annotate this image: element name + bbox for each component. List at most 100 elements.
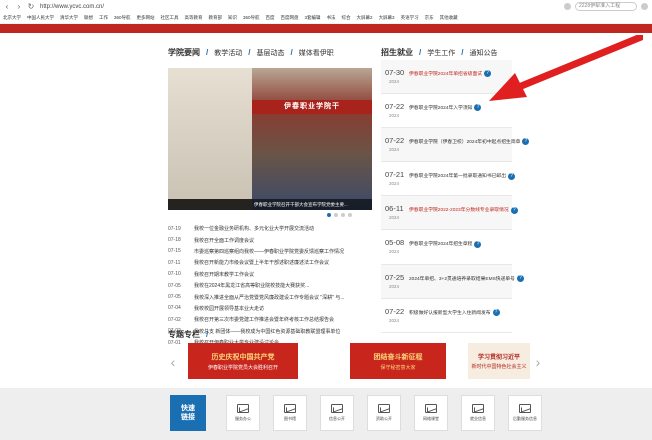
bookmark-item[interactable]: 360导航 <box>114 13 131 23</box>
bookmark-item[interactable]: 综合 <box>342 13 351 23</box>
news-item[interactable]: 07-05 我校在2024年黑龙江省高等职业院校技能大赛获奖... <box>168 280 372 291</box>
tab-special-topics[interactable]: 专题专栏 <box>168 329 200 340</box>
address-bar[interactable]: http://www.ycvc.com.cn/ <box>40 3 104 11</box>
quick-link[interactable]: 资助公开 <box>367 395 401 431</box>
tab-teaching[interactable]: 教学活动 <box>214 48 242 58</box>
enroll-year: 2024 <box>389 147 400 153</box>
bookmark-item[interactable]: 百度 <box>266 13 275 23</box>
enroll-title-text[interactable]: 伊春职业学院2024年招生章程 <box>409 242 472 247</box>
forward-icon[interactable]: › <box>15 3 23 11</box>
bookmark-item[interactable]: 大屏幕3 <box>379 13 395 23</box>
bookmark-item[interactable]: 英语学习 <box>401 13 419 23</box>
enroll-item[interactable]: 07-25 2024 2024年单招、3+2贯通培养录取结果EMS快递单号? <box>381 264 524 299</box>
bookmark-item[interactable]: 百度网盘 <box>281 13 299 23</box>
bookmark-item[interactable]: 京东 <box>425 13 434 23</box>
photo-caption[interactable]: 伊春职业学院召开干部大会宣布学院党委主要... <box>168 199 372 210</box>
enroll-title[interactable]: 2024年单招、3+2贯通培养录取结果EMS快递单号? <box>409 274 524 282</box>
bookmark-item[interactable]: 书法 <box>327 13 336 23</box>
news-item[interactable]: 07-11 我校召开新能力市级会议暨上半年干部述职述廉述法工作会议 <box>168 257 372 268</box>
tab-grassroots[interactable]: 基层动态 <box>256 48 284 58</box>
banner-study[interactable]: 学习贯彻习近平 新时代中国特色社会主义 <box>468 343 530 379</box>
tab-media[interactable]: 媒体看伊职 <box>299 48 334 58</box>
carousel-dot[interactable] <box>334 213 338 217</box>
bookmark-item[interactable]: 中国人民大学 <box>27 13 54 23</box>
enroll-title-text[interactable]: 伊春职业学院（伊春卫校）2024年初中起点招生简章 <box>409 140 520 145</box>
news-item[interactable]: 07-10 我校召开期末教学工作会议 <box>168 269 372 280</box>
bookmark-item[interactable]: 高等教育 <box>185 13 203 23</box>
enroll-title-text[interactable]: 伊春职业学院2024年入学须知 <box>409 106 472 111</box>
enroll-item[interactable]: 07-22 2024 积极做好认报新型大学生入住新闻发布? <box>381 298 512 333</box>
next-arrow-icon[interactable]: › <box>533 352 543 372</box>
quick-link[interactable]: 就业信息 <box>461 395 495 431</box>
news-title[interactable]: 我校召开第三次市委党建工作推进会暨年终考核工作总结报告会 <box>194 316 334 323</box>
quick-link[interactable]: 网络课堂 <box>414 395 448 431</box>
enroll-title-text[interactable]: 积极做好认报新型大学生入住新闻发布 <box>409 311 491 316</box>
quick-link[interactable]: 信息公开 <box>320 395 354 431</box>
bookmark-item[interactable]: 联想 <box>84 13 93 23</box>
info-badge-icon: ? <box>492 308 500 316</box>
enroll-title[interactable]: 伊春职业学院2024年第一批录取通知书已邮出? <box>409 172 516 180</box>
carousel-dot[interactable] <box>327 213 331 217</box>
bookmark-item[interactable]: 360导航 <box>243 13 260 23</box>
enroll-item[interactable]: 07-22 2024 伊春职业学院（伊春卫校）2024年初中起点招生简章? <box>381 128 530 163</box>
carousel-dots <box>327 213 352 217</box>
news-title[interactable]: 我校召开新能力市级会议暨上半年干部述职述廉述法工作会议 <box>194 259 329 266</box>
news-title[interactable]: 我校总支 新团体——我校成为中国红色资源基础职教联盟理事单位 <box>194 328 340 335</box>
news-item[interactable]: 07-04 我校校园开展领导基本业大走访 <box>168 303 372 314</box>
carousel-dot[interactable] <box>348 213 352 217</box>
news-item[interactable]: 07-15 市委巡察第四巡察组向我校——伊春职业学院党委反馈巡察工作情况 <box>168 246 372 257</box>
enroll-item[interactable]: 07-21 2024 伊春职业学院2024年第一批录取通知书已邮出? <box>381 162 516 197</box>
quick-link[interactable]: 后勤服务信息 <box>508 395 542 431</box>
search-input[interactable]: 2228伊犁准入工程 <box>575 2 637 11</box>
enroll-title[interactable]: 伊春职业学院2022-2023年分数线专业录取情况? <box>409 206 518 214</box>
enroll-title-text[interactable]: 伊春职业学院2024年第一批录取通知书已邮出 <box>409 174 506 179</box>
bookmark-item[interactable]: 社区工具 <box>161 13 179 23</box>
news-title[interactable]: 市委巡察第四巡察组向我校——伊春职业学院党委反馈巡察工作情况 <box>194 248 344 255</box>
tab-student-work[interactable]: 学生工作 <box>427 48 455 58</box>
news-item[interactable]: 07-19 我校一位金融业务研机构、多元化业大学开展交流活动 <box>168 223 372 234</box>
enroll-title[interactable]: 伊春职业学院（伊春卫校）2024年初中起点招生简章? <box>409 138 530 146</box>
bookmark-item[interactable]: 更多网站 <box>137 13 155 23</box>
bookmark-item[interactable]: 工作 <box>99 13 108 23</box>
menu-icon[interactable] <box>641 3 648 10</box>
enroll-title[interactable]: 积极做好认报新型大学生入住新闻发布? <box>409 308 500 316</box>
prev-arrow-icon[interactable]: ‹ <box>168 352 178 372</box>
enroll-item[interactable]: 05-08 2024 伊春职业学院2024年招生章程? <box>381 230 512 265</box>
banner-unity[interactable]: 团结奋斗新征程 保守秘密意大家 <box>350 343 446 379</box>
tab-college-news[interactable]: 学院要闻 <box>168 47 200 58</box>
back-icon[interactable]: ‹ <box>3 3 11 11</box>
bookmark-item[interactable]: 大屏幕2 <box>357 13 373 23</box>
enroll-title[interactable]: 伊春职业学院2024年招生章程? <box>409 240 482 248</box>
news-title[interactable]: 我校在2024年黑龙江省高等职业院校技能大赛获奖... <box>194 282 309 289</box>
news-title[interactable]: 我校校园开展领导基本业大走访 <box>194 305 264 312</box>
news-photo-carousel[interactable]: 伊春职业学院干 伊春职业学院召开干部大会宣布学院党委主要... <box>168 68 372 210</box>
bookmark-item[interactable]: 教育部 <box>209 13 223 23</box>
enroll-title-text[interactable]: 伊春职业学院2024年单招省级面试 <box>409 72 482 77</box>
news-item[interactable]: 07-02 我校召开第三次市委党建工作推进会暨年终考核工作总结报告会 <box>168 314 372 325</box>
news-title[interactable]: 我校召开期末教学工作会议 <box>194 271 254 278</box>
bookmark-item[interactable]: 知识 <box>228 13 237 23</box>
bookmark-item[interactable]: 北京大学 <box>3 13 21 23</box>
quick-line: 链接 <box>181 414 195 421</box>
carousel-dot[interactable] <box>341 213 345 217</box>
bookmark-item[interactable]: 其他收藏 <box>440 13 458 23</box>
quick-link[interactable]: 服务办公 <box>226 395 260 431</box>
banner-party-congress[interactable]: 历史庆祝中国共产党 伊春职业学院党员大会胜利召开 <box>188 343 298 379</box>
bookmark-item[interactable]: 清华大学 <box>60 13 78 23</box>
enroll-item[interactable]: 06-11 2024 伊春职业学院2022-2023年分数线专业录取情况? <box>381 196 518 231</box>
quick-link[interactable]: 图书馆 <box>273 395 307 431</box>
news-item[interactable]: 07-18 我校召开全面工作调度会议 <box>168 234 372 245</box>
news-title[interactable]: 我校一位金融业务研机构、多元化业大学开展交流活动 <box>194 225 314 232</box>
tab-enrollment[interactable]: 招生就业 <box>381 47 413 58</box>
enroll-title[interactable]: 伊春职业学院2024年入学须知? <box>409 104 482 112</box>
news-item[interactable]: 07-05 我校深入推进全面从严治党暨党风廉政建设工作专题会议 "深耕" 与... <box>168 291 372 302</box>
news-title[interactable]: 我校深入推进全面从严治党暨党风廉政建设工作专题会议 "深耕" 与... <box>194 294 345 301</box>
star-icon[interactable] <box>564 3 571 10</box>
envelope-icon <box>472 404 484 413</box>
bookmark-item[interactable]: 3套编辑 <box>305 13 321 23</box>
news-title[interactable]: 我校召开全面工作调度会议 <box>194 237 254 244</box>
enroll-title-text[interactable]: 2024年单招、3+2贯通培养录取结果EMS快递单号 <box>409 277 515 282</box>
enroll-title[interactable]: 伊春职业学院2024年单招省级面试? <box>409 70 492 78</box>
reload-icon[interactable]: ↻ <box>27 3 35 11</box>
enroll-title-text[interactable]: 伊春职业学院2022-2023年分数线专业录取情况 <box>409 208 509 213</box>
